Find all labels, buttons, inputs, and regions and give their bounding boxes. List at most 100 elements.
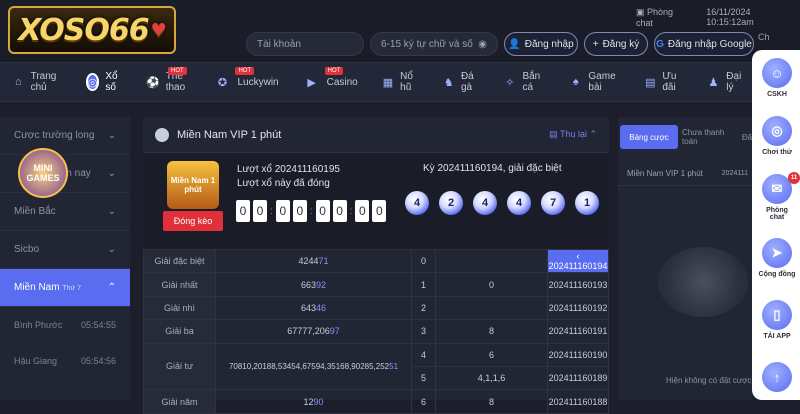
lottery-icon: ◎	[85, 73, 100, 91]
prize-label: Giải ba	[143, 319, 216, 344]
language-selector[interactable]: Ch	[758, 32, 770, 42]
digit-index: 6	[411, 389, 436, 414]
sidebar-item-south[interactable]: Miền Nam Thứ 7 ⌃	[0, 269, 130, 307]
top-bar: XOSO66 ♥ ▣ Phòng chat 16/11/2024 10:15:12…	[0, 0, 800, 62]
logo-text: XOSO66	[18, 12, 149, 48]
float-chat[interactable]: ✉ 11 Phòng chat	[758, 172, 800, 221]
add-user-icon: +	[592, 38, 599, 50]
tab-label: Bảng cược	[629, 132, 669, 142]
digit-value: 4,1,1,6	[435, 365, 548, 391]
sidebar-sub-hau-giang[interactable]: Hậu Giang 05:54:56	[0, 343, 130, 379]
register-label: Đăng ký	[602, 38, 640, 50]
float-scroll-top[interactable]: ↑	[758, 362, 796, 395]
result-ball: 4	[473, 191, 497, 215]
nav-label: Nổ hũ	[400, 71, 413, 93]
main-nav: ⌂ Trang chủ ◎ Xổ số ⚽ Thể thao HOT ✪ Luckywin…	[0, 62, 752, 102]
digit-index: 4	[411, 342, 436, 367]
timer-digit: 0	[236, 200, 250, 222]
result-ball: 7	[541, 191, 565, 215]
main-panel: Miền Nam VIP 1 phút ▤ Thu lại ⌃ Miền Nam…	[143, 117, 609, 414]
mini-games-button[interactable]: MINI GAMES	[18, 148, 68, 198]
nav-promo[interactable]: ▤ Ưu đãi	[632, 62, 694, 102]
bet-row[interactable]: Miền Nam VIP 1 phút 2024111	[618, 162, 752, 186]
bet-row-value: 2024111	[721, 170, 748, 177]
support-icon: ☺	[762, 58, 792, 88]
prize-label: Giải năm	[143, 389, 216, 414]
register-button[interactable]: + Đăng ký	[584, 32, 648, 56]
period-id[interactable]: 202411160188	[547, 389, 609, 414]
prize-number-highlight: 92	[316, 279, 327, 290]
table-row: Giải nhì 64346 2 202411160192	[143, 295, 609, 321]
eye-icon[interactable]: ◉	[478, 39, 487, 50]
period-cell-selected[interactable]: ‹ 202411160194	[547, 248, 609, 274]
timer-digit: 0	[275, 200, 290, 222]
nav-agent[interactable]: ♟ Đại lý	[694, 62, 757, 102]
float-download[interactable]: ▯ TẢI APP	[758, 300, 796, 340]
nav-fishing[interactable]: ✧ Bắn cá	[491, 62, 557, 102]
period-id[interactable]: 202411160190	[547, 342, 609, 367]
sidebar-item-long-bet[interactable]: Cược trường long ⌄	[0, 117, 130, 155]
result-balls: 4 2 4 4 7 1	[405, 191, 599, 215]
prize-number-highlight: 51	[389, 361, 399, 371]
float-label: TẢI APP	[763, 333, 791, 340]
sidebar-sub-binh-phuoc[interactable]: Bình Phước 05:54:55	[0, 307, 130, 343]
float-demo[interactable]: ◎ Chơi thử	[758, 116, 796, 156]
game-icon	[155, 127, 169, 142]
nav-cockfight[interactable]: ♞ Đá gà	[431, 62, 492, 102]
prize-number-highlight: 71	[318, 256, 329, 267]
bet-panel: Bảng cược Chưa thanh toán Đã Miền Nam VI…	[618, 117, 752, 400]
bet-row-label: Miền Nam VIP 1 phút	[627, 169, 703, 178]
nav-home[interactable]: ⌂ Trang chủ	[0, 62, 74, 102]
login-button[interactable]: 👤 Đăng nhập	[504, 32, 578, 56]
turn-label: Lượt xổ 202411160195	[237, 164, 340, 175]
draw-area: Miền Nam 1 phút Đóng kèo Lượt xổ 2024111…	[143, 153, 609, 249]
account-input[interactable]: Tài khoản	[246, 32, 364, 56]
turn-status: Lượt xổ này đã đóng	[237, 178, 330, 189]
prize-number-highlight: 97	[329, 326, 340, 337]
chat-link[interactable]: ▣ Phòng chat	[636, 7, 692, 28]
prize-number: 67777,206	[287, 326, 330, 337]
period-id[interactable]: 202411160192	[547, 295, 609, 321]
float-support[interactable]: ☺ CSKH	[758, 58, 796, 98]
luckywin-icon: ✪	[217, 76, 228, 89]
tab-bet-board[interactable]: Bảng cược	[620, 125, 678, 149]
sidebar-item-north[interactable]: Miền Bắc ⌄	[0, 193, 130, 231]
digit-value: 6	[435, 342, 548, 367]
float-community[interactable]: ➤ Cộng đồng	[758, 238, 796, 278]
home-icon: ⌂	[14, 76, 22, 88]
nav-slots[interactable]: ▦ Nổ hũ	[370, 62, 431, 102]
game-badge: Miền Nam 1 phút	[167, 161, 219, 209]
period-id[interactable]: 202411160191	[547, 319, 609, 344]
prize-number: 663	[300, 279, 316, 290]
table-row: Giải ba 67777,20697 3 8 202411160191	[143, 319, 609, 344]
table-row: Giải tư 70810,20188,53454,67594,35168,902…	[143, 342, 609, 391]
sidebar-item-sicbo[interactable]: Sicbo ⌄	[0, 231, 130, 269]
chevron-down-icon: ⌄	[107, 206, 116, 217]
nav-lottery[interactable]: ◎ Xổ số	[74, 62, 134, 102]
tab-unpaid[interactable]: Chưa thanh toán	[682, 125, 740, 149]
google-login-button[interactable]: G Đăng nhập Google	[654, 32, 754, 56]
period-id[interactable]: 202411160189	[547, 365, 609, 391]
digit-value: 8	[435, 319, 548, 344]
timer-digit: 0	[253, 200, 267, 222]
password-input[interactable]: 6-15 ký tự chữ và số ◉	[370, 32, 498, 56]
nav-label: Game bài	[588, 71, 616, 93]
nav-sports[interactable]: ⚽ Thể thao HOT	[134, 62, 201, 102]
sub-time: 05:54:55	[80, 320, 116, 330]
floating-menu: ☺ CSKH ◎ Chơi thử ✉ 11 Phòng chat ➤ Cộng đồng…	[752, 50, 800, 400]
sub-label: Bình Phước	[14, 320, 63, 330]
table-row: Giải năm 1290 6 8 202411160188	[143, 389, 609, 414]
tab-settled[interactable]: Đã	[742, 125, 752, 149]
nav-casino[interactable]: ▶ Casino HOT	[291, 62, 370, 102]
nav-cards[interactable]: ♠ Game bài	[557, 62, 632, 102]
collapse-toggle[interactable]: ▤ Thu lại ⌃	[549, 129, 597, 140]
site-logo[interactable]: XOSO66 ♥	[8, 6, 176, 54]
demo-icon: ◎	[762, 116, 792, 146]
float-label: CSKH	[767, 91, 787, 98]
timer-digit: 0	[332, 200, 347, 222]
nav-luckywin[interactable]: ✪ Luckywin HOT	[201, 62, 290, 102]
google-icon: G	[656, 38, 664, 50]
rooster-icon: ♞	[443, 76, 454, 89]
chevron-down-icon: ⌄	[107, 168, 116, 179]
period-id[interactable]: 202411160193	[547, 272, 609, 297]
